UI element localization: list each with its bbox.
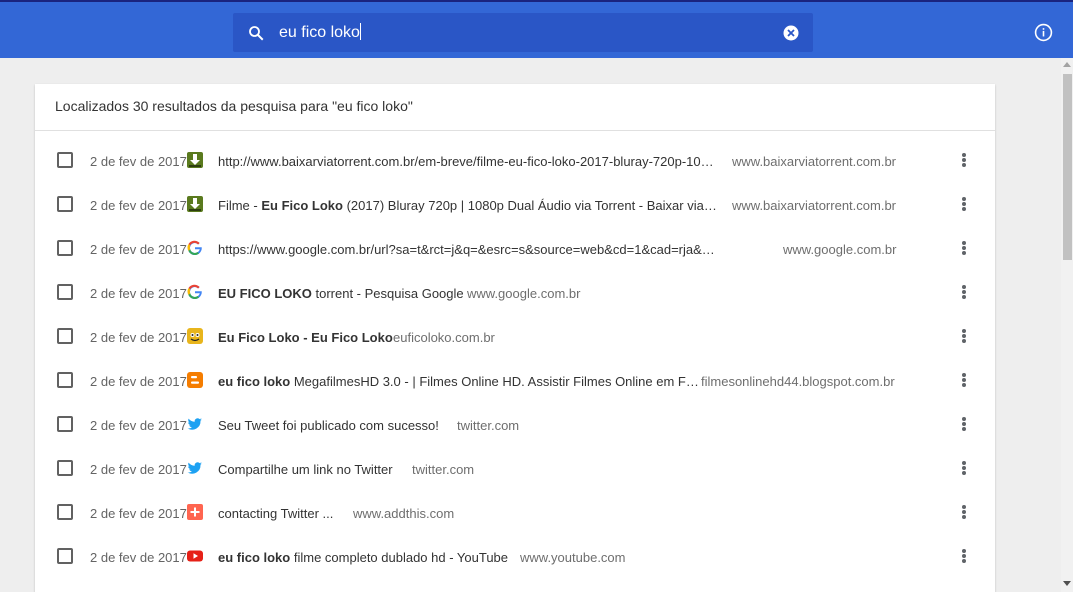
more-actions-icon[interactable]: [955, 504, 973, 522]
history-row[interactable]: 2 de fev de 2017 Filme - Eu Fico Loko (20…: [35, 183, 995, 227]
youtube-icon: [187, 548, 203, 564]
history-row[interactable]: 2 de fev de 2017 Compartilhe um link no T…: [35, 447, 995, 491]
visit-date: 2 de fev de 2017: [90, 285, 187, 301]
row-checkbox[interactable]: [57, 416, 73, 432]
visit-date: 2 de fev de 2017: [90, 417, 187, 433]
page-title-link[interactable]: eu fico loko filme completo dublado hd -…: [218, 550, 508, 565]
more-actions-icon[interactable]: [955, 328, 973, 346]
history-row[interactable]: 2 de fev de 2017 Seu Tweet foi publicado …: [35, 403, 995, 447]
more-actions-icon[interactable]: [955, 240, 973, 258]
row-checkbox[interactable]: [57, 372, 73, 388]
row-checkbox[interactable]: [57, 196, 73, 212]
download-icon: [187, 152, 203, 168]
history-row[interactable]: 2 de fev de 2017 http://www.baixarviatorr…: [35, 139, 995, 183]
page-title-link[interactable]: http://www.baixarviatorrent.com.br/em-br…: [218, 154, 714, 169]
row-checkbox[interactable]: [57, 548, 73, 564]
page-title-link[interactable]: eu fico loko MegafilmesHD 3.0 - | Filmes…: [218, 374, 699, 389]
twitter-icon: [187, 416, 203, 432]
more-actions-icon[interactable]: [955, 284, 973, 302]
row-checkbox[interactable]: [57, 504, 73, 520]
page-title-link[interactable]: contacting Twitter ...: [218, 506, 333, 521]
scrollbar[interactable]: [1061, 58, 1073, 592]
info-icon[interactable]: [1034, 23, 1053, 42]
site-domain: www.addthis.com: [353, 505, 455, 521]
addthis-icon: [187, 504, 203, 520]
page-title-link[interactable]: EU FICO LOKO torrent - Pesquisa Google: [218, 286, 464, 301]
clear-search-icon[interactable]: [782, 24, 800, 42]
visit-date: 2 de fev de 2017: [90, 461, 187, 477]
site-domain: www.youtube.com: [520, 549, 626, 565]
search-box[interactable]: eu fico loko: [233, 13, 813, 52]
download-icon: [187, 196, 203, 212]
page-title-link[interactable]: Eu Fico Loko - Eu Fico Loko: [218, 330, 393, 345]
search-icon: [249, 26, 264, 41]
page-title-link[interactable]: Filme - Eu Fico Loko (2017) Bluray 720p …: [218, 198, 718, 213]
results-list: 2 de fev de 2017 http://www.baixarviatorr…: [35, 131, 995, 579]
row-checkbox[interactable]: [57, 328, 73, 344]
more-actions-icon[interactable]: [955, 460, 973, 478]
euficoloko-icon: [187, 328, 203, 344]
visit-date: 2 de fev de 2017: [90, 329, 187, 345]
site-domain: www.google.com.br: [467, 285, 581, 301]
row-checkbox[interactable]: [57, 460, 73, 476]
toolbar: eu fico loko: [0, 0, 1073, 58]
page-title-link[interactable]: Compartilhe um link no Twitter: [218, 462, 393, 477]
more-actions-icon[interactable]: [955, 196, 973, 214]
more-actions-icon[interactable]: [955, 372, 973, 390]
visit-date: 2 de fev de 2017: [90, 241, 187, 257]
search-input[interactable]: eu fico loko: [279, 23, 361, 43]
visit-date: 2 de fev de 2017: [90, 153, 187, 169]
twitter-icon: [187, 460, 203, 476]
visit-date: 2 de fev de 2017: [90, 197, 187, 213]
site-domain: euficoloko.com.br: [393, 329, 495, 345]
site-domain: twitter.com: [457, 417, 520, 433]
more-actions-icon[interactable]: [955, 152, 973, 170]
history-row[interactable]: 2 de fev de 2017 eu fico loko MegafilmesH…: [35, 359, 995, 403]
results-card: Localizados 30 resultados da pesquisa pa…: [35, 84, 995, 592]
google-icon: [187, 240, 203, 256]
visit-date: 2 de fev de 2017: [90, 549, 187, 565]
site-domain: filmesonlinehd44.blogspot.com.br: [701, 373, 895, 389]
history-row[interactable]: 2 de fev de 2017 Eu Fico Loko - Eu Fico L…: [35, 315, 995, 359]
more-actions-icon[interactable]: [955, 548, 973, 566]
visit-date: 2 de fev de 2017: [90, 373, 187, 389]
history-row[interactable]: 2 de fev de 2017 eu fico loko filme compl…: [35, 535, 995, 579]
history-row[interactable]: 2 de fev de 2017 contacting Twitter ... ww…: [35, 491, 995, 535]
scroll-down-arrow-icon[interactable]: [1063, 581, 1071, 586]
site-domain: www.baixarviatorrent.com.br: [732, 197, 896, 213]
row-checkbox[interactable]: [57, 240, 73, 256]
google-icon: [187, 284, 203, 300]
scrollbar-thumb[interactable]: [1063, 74, 1072, 260]
row-checkbox[interactable]: [57, 284, 73, 300]
site-domain: www.google.com.br: [783, 241, 897, 257]
history-row[interactable]: 2 de fev de 2017 EU FICO LOKO torrent - P…: [35, 271, 995, 315]
site-domain: twitter.com: [412, 461, 475, 477]
page-title-link[interactable]: https://www.google.com.br/url?sa=t&rct=j…: [218, 242, 718, 257]
history-row[interactable]: 2 de fev de 2017 https://www.google.com.b…: [35, 227, 995, 271]
more-actions-icon[interactable]: [955, 416, 973, 434]
page-title-link[interactable]: Seu Tweet foi publicado com sucesso!: [218, 418, 439, 433]
scroll-up-arrow-icon[interactable]: [1063, 62, 1071, 67]
site-domain: www.baixarviatorrent.com.br: [732, 153, 896, 169]
results-summary: Localizados 30 resultados da pesquisa pa…: [35, 84, 995, 131]
visit-date: 2 de fev de 2017: [90, 505, 187, 521]
row-checkbox[interactable]: [57, 152, 73, 168]
blogger-icon: [187, 372, 203, 388]
